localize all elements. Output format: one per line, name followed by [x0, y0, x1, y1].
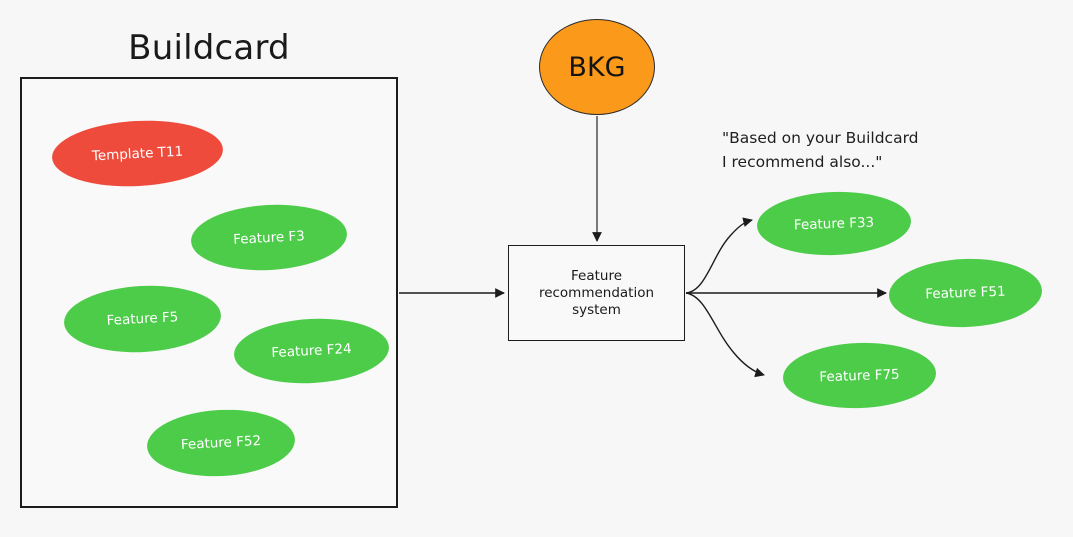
recommended-node-feature-f33[interactable]: Feature F33 [755, 189, 913, 258]
recommended-node-label: Feature F51 [925, 283, 1006, 303]
buildcard-node-label: Template T11 [91, 143, 184, 164]
page-title: Buildcard [128, 28, 290, 68]
diagram-canvas: Buildcard Template T11 Feature F3 Featur… [0, 0, 1073, 537]
edge-system-to-f33 [685, 217, 753, 294]
recommended-node-feature-f75[interactable]: Feature F75 [781, 340, 938, 411]
recommendation-caption: "Based on your Buildcard I recommend als… [722, 129, 919, 171]
recommended-node-label: Feature F75 [819, 366, 900, 385]
buildcard-node-label: Feature F52 [180, 432, 262, 454]
feature-recommendation-system-label: Feature recommendation system [538, 267, 655, 318]
recommended-node-label: Feature F33 [793, 214, 875, 233]
feature-recommendation-system-box[interactable]: Feature recommendation system [508, 245, 685, 341]
bkg-node[interactable]: BKG [539, 19, 655, 115]
edge-system-to-f75 [685, 292, 765, 378]
buildcard-node-label: Feature F3 [232, 227, 306, 248]
bkg-label: BKG [568, 51, 626, 83]
buildcard-node-label: Feature F5 [106, 309, 179, 329]
buildcard-node-label: Feature F24 [271, 340, 352, 362]
recommended-node-feature-f51[interactable]: Feature F51 [887, 256, 1044, 330]
